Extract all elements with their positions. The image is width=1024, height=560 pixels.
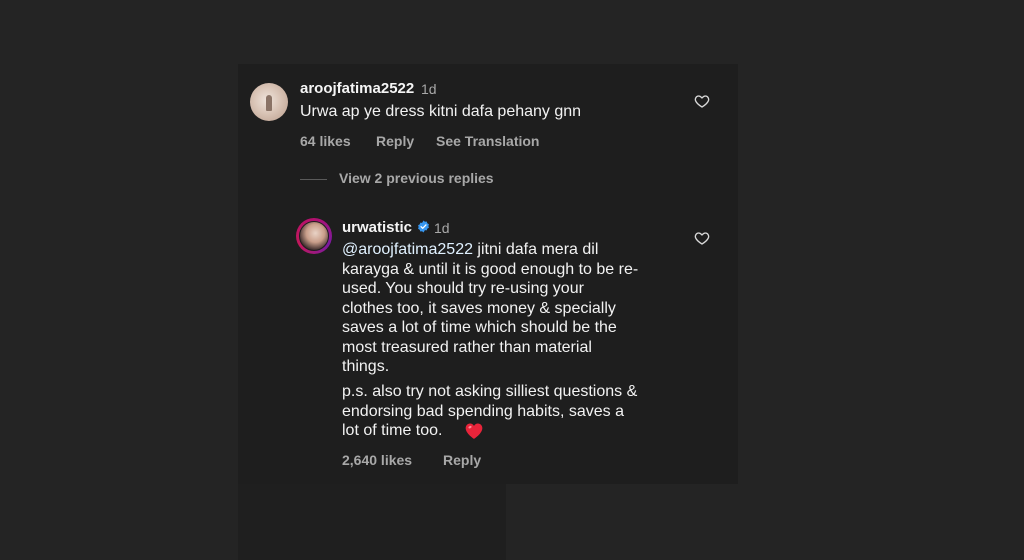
reply-username[interactable]: urwatistic — [342, 219, 412, 236]
reply-ps-line-3: lot of time too. — [342, 422, 443, 439]
reply-text-line-5: saves a lot of time which should be the — [342, 319, 617, 336]
comment-text: Urwa ap ye dress kitni dafa pehany gnn — [300, 103, 582, 120]
reply-time: 1d — [434, 220, 450, 236]
red-heart-emoji — [465, 423, 483, 439]
view-previous-replies-button[interactable]: View 2 previous replies — [339, 170, 494, 186]
reply-text-line-4: clothes too, it saves money & specially — [342, 299, 616, 317]
view-replies-line — [300, 179, 327, 180]
reply-text: @aroojfatima2522 jitni dafa mera dil kar… — [342, 240, 692, 377]
reply-ps-line-1: p.s. also try not asking silliest questi… — [342, 383, 638, 400]
avatar[interactable] — [299, 221, 329, 251]
reply-ps-text: p.s. also try not asking silliest questi… — [342, 382, 692, 441]
heart-icon[interactable] — [694, 230, 710, 246]
comment-time: 1d — [421, 81, 437, 97]
comment-username[interactable]: aroojfatima2522 — [300, 80, 414, 97]
reply-text-line-2: karayga & until it is good enough to be … — [342, 260, 639, 278]
heart-icon[interactable] — [694, 93, 710, 109]
avatar[interactable] — [250, 83, 288, 121]
panel-bottom-strip — [238, 484, 506, 560]
reply-ps-line-2: endorsing bad spending habits, saves a — [342, 402, 624, 420]
avatar-figure — [266, 95, 272, 111]
verified-badge-icon — [418, 220, 429, 233]
reply-likes[interactable]: 2,640 likes — [342, 452, 412, 468]
reply-text-line-7: things. — [342, 358, 390, 375]
comment-likes[interactable]: 64 likes — [300, 133, 351, 149]
reply-text-line-1: @aroojfatima2522 jitni dafa mera dil — [342, 240, 692, 260]
reply-button[interactable]: Reply — [376, 133, 414, 149]
reply-text-line-3: used. You should try re-using your — [342, 280, 584, 297]
reply-text-line-6: most treasured rather than material — [342, 338, 592, 356]
see-translation-button[interactable]: See Translation — [436, 133, 539, 149]
reply-button[interactable]: Reply — [443, 452, 481, 468]
reply-text-segment: jitni dafa mera dil — [472, 241, 599, 258]
mention-link[interactable]: @aroojfatima2522 — [342, 241, 473, 258]
